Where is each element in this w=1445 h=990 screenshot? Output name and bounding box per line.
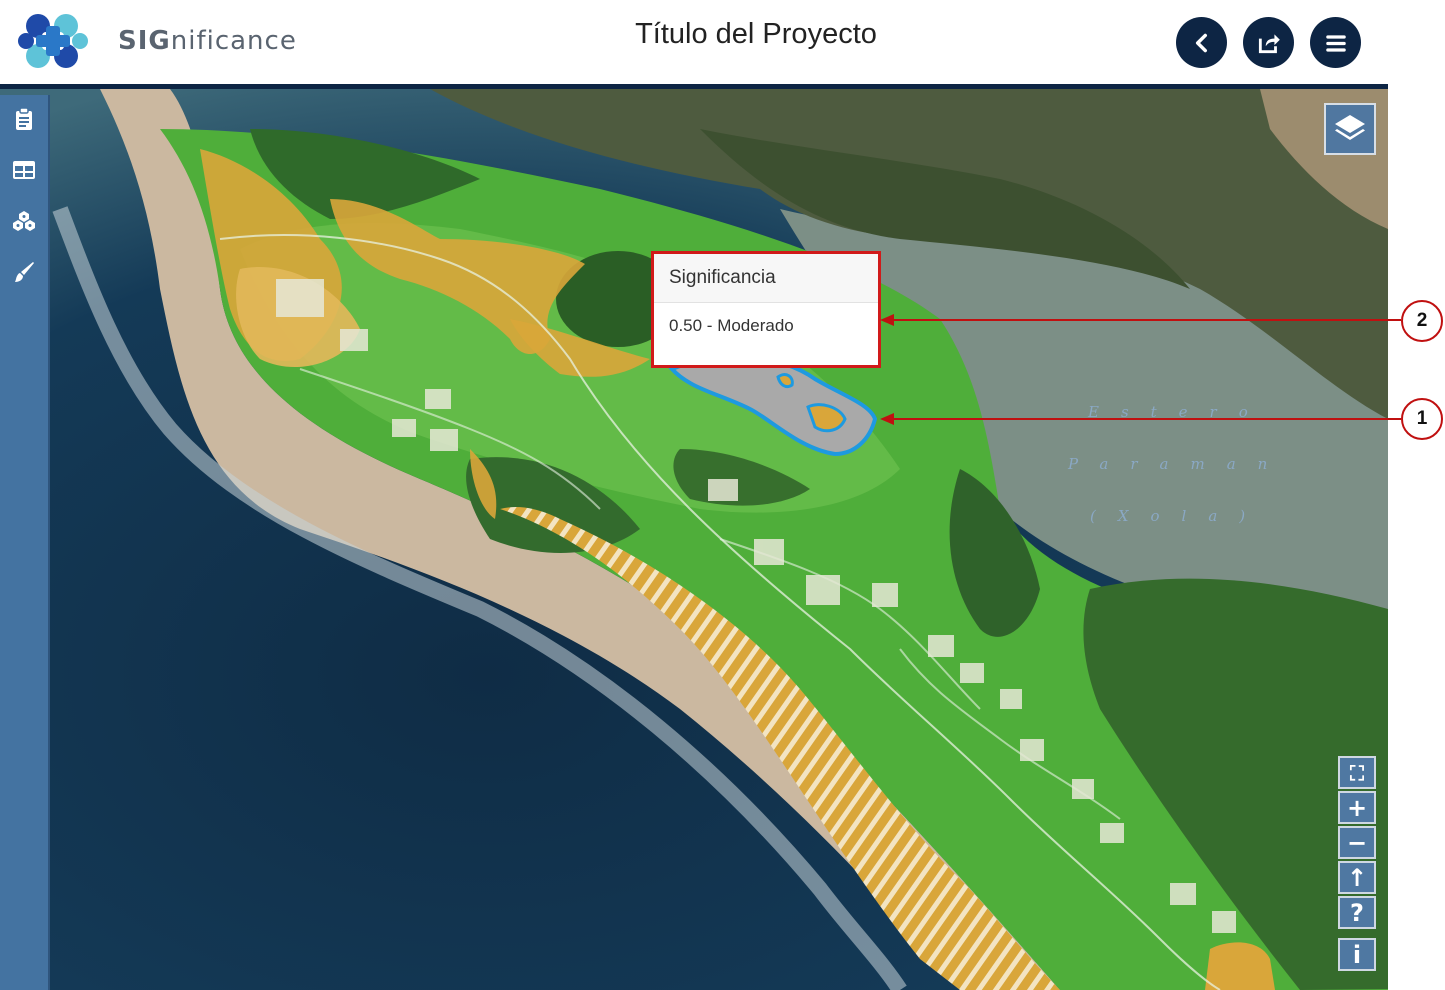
callout-badge-1: 1 [1401, 398, 1443, 440]
cubes-button[interactable] [10, 207, 38, 235]
callout-badge-2: 2 [1401, 300, 1443, 342]
page-title: Título del Proyecto [635, 18, 877, 50]
significance-popup: Significancia 0.50 - Moderado [651, 251, 881, 368]
zoom-out-button[interactable]: − [1338, 826, 1376, 859]
share-icon [1258, 33, 1280, 53]
brush-button[interactable] [10, 258, 38, 286]
callout-1-arrowhead [880, 413, 894, 425]
layers-button[interactable] [1324, 103, 1376, 155]
clipboard-button[interactable] [10, 105, 38, 133]
north-button[interactable]: ↑ [1338, 861, 1376, 894]
share-button[interactable] [1243, 17, 1294, 68]
layers-icon [1335, 115, 1365, 140]
popup-header: Significancia [654, 254, 878, 303]
estero-label-line3: (Xola) [1090, 507, 1268, 525]
callout-2-line [886, 319, 1401, 321]
back-button[interactable] [1176, 17, 1227, 68]
left-toolbar [0, 95, 50, 990]
popup-value: 0.50 - Moderado [669, 316, 794, 335]
table-icon [13, 161, 35, 179]
app-header: SIGnificance Título del Proyecto [0, 0, 1388, 84]
table-button[interactable] [10, 156, 38, 184]
brush-icon [15, 262, 34, 282]
menu-button[interactable] [1310, 17, 1361, 68]
help-button[interactable]: ? [1338, 896, 1376, 929]
callout-2-arrowhead [880, 314, 894, 326]
map-canvas [0, 89, 1388, 990]
chevron-left-icon [1195, 33, 1207, 52]
clipboard-icon [16, 107, 32, 130]
estero-label-line2: Paraman [1068, 455, 1290, 473]
hamburger-icon [1325, 34, 1346, 52]
map-view[interactable]: Estero Paraman (Xola) [0, 89, 1388, 990]
info-button[interactable]: i [1338, 938, 1376, 971]
cubes-icon [13, 211, 35, 231]
fullscreen-button[interactable]: ⛶ [1338, 756, 1376, 789]
zoom-in-button[interactable]: + [1338, 791, 1376, 824]
callout-1-line [886, 418, 1401, 420]
